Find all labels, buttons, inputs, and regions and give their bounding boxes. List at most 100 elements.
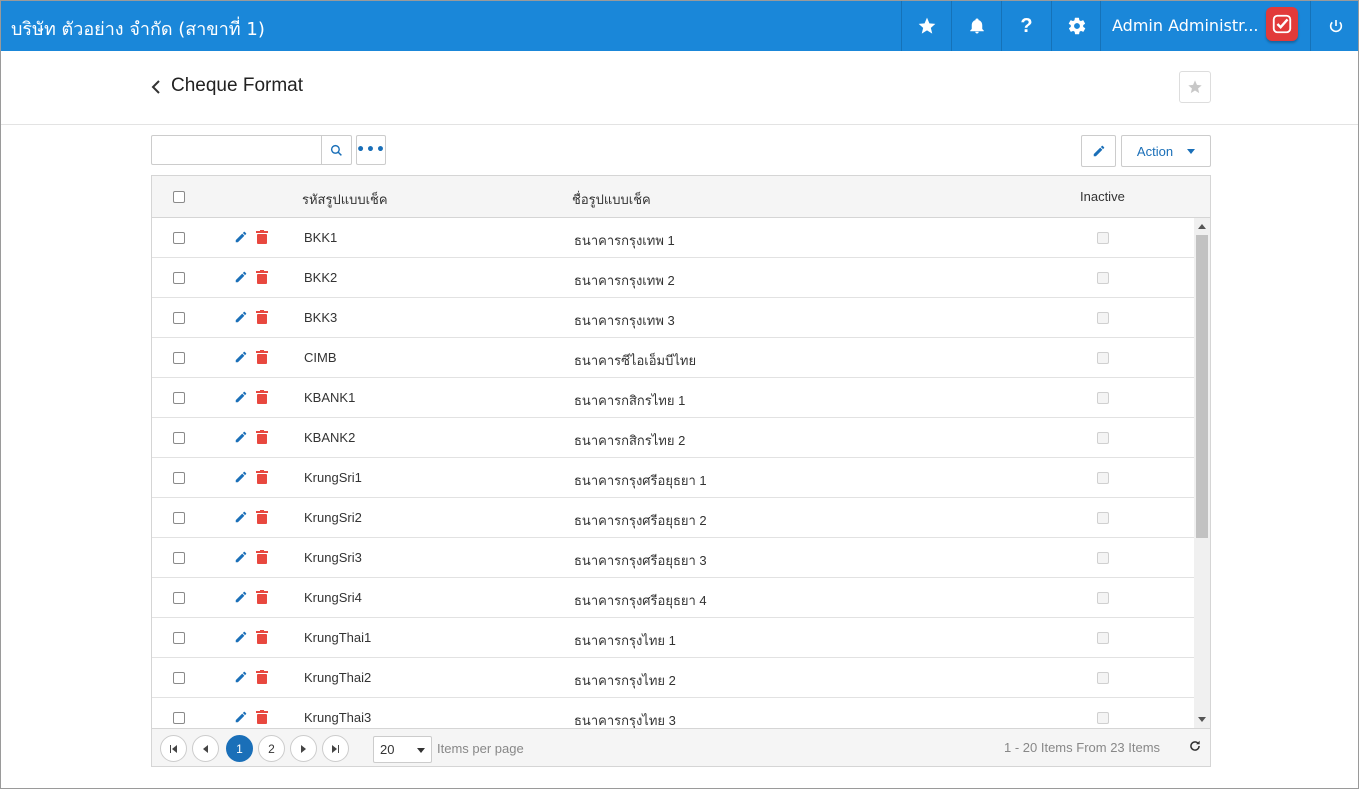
back-arrow-icon[interactable] xyxy=(149,77,163,97)
first-page-button[interactable] xyxy=(160,735,187,762)
row-checkbox[interactable] xyxy=(173,712,185,724)
delete-row-icon[interactable] xyxy=(256,590,268,604)
inactive-checkbox xyxy=(1097,592,1109,604)
table-row[interactable]: KrungSri3 ธนาคารกรุงศรีอยุธยา 3 xyxy=(152,538,1194,578)
cheque-name: ธนาคารกรุงไทย 2 xyxy=(574,673,676,688)
question-icon: ? xyxy=(1020,14,1033,37)
inactive-checkbox xyxy=(1097,712,1109,724)
page-button-2[interactable]: 2 xyxy=(258,735,285,762)
cheque-name: ธนาคารกรุงเทพ 1 xyxy=(574,233,675,248)
edit-row-icon[interactable] xyxy=(234,630,248,644)
company-name[interactable]: บริษัท ตัวอย่าง จำกัด (สาขาที่ 1) xyxy=(11,14,265,43)
delete-row-icon[interactable] xyxy=(256,310,268,324)
row-checkbox[interactable] xyxy=(173,392,185,404)
more-options-button[interactable]: ••• xyxy=(356,135,386,165)
table-row[interactable]: BKK3 ธนาคารกรุงเทพ 3 xyxy=(152,298,1194,338)
table-row[interactable]: KrungThai2 ธนาคารกรุงไทย 2 xyxy=(152,658,1194,698)
edit-row-icon[interactable] xyxy=(234,670,248,684)
row-checkbox[interactable] xyxy=(173,272,185,284)
row-checkbox[interactable] xyxy=(173,432,185,444)
edit-row-icon[interactable] xyxy=(234,510,248,524)
edit-row-icon[interactable] xyxy=(234,470,248,484)
vertical-scrollbar[interactable] xyxy=(1194,218,1210,728)
cheque-code: KrungSri4 xyxy=(304,590,362,605)
row-checkbox[interactable] xyxy=(173,312,185,324)
row-checkbox[interactable] xyxy=(173,472,185,484)
delete-row-icon[interactable] xyxy=(256,710,268,724)
row-checkbox[interactable] xyxy=(173,512,185,524)
search-button[interactable] xyxy=(321,136,351,164)
prev-page-button[interactable] xyxy=(192,735,219,762)
delete-row-icon[interactable] xyxy=(256,510,268,524)
grid-header: รหัสรูปแบบเช็ค ชื่อรูปแบบเช็ค Inactive xyxy=(152,176,1210,218)
scroll-down-icon[interactable] xyxy=(1198,717,1206,722)
select-all-checkbox[interactable] xyxy=(173,191,185,203)
edit-row-icon[interactable] xyxy=(234,710,248,724)
search-input[interactable] xyxy=(152,136,322,164)
edit-row-icon[interactable] xyxy=(234,390,248,404)
edit-row-icon[interactable] xyxy=(234,430,248,444)
edit-row-icon[interactable] xyxy=(234,230,248,244)
delete-row-icon[interactable] xyxy=(256,630,268,644)
scroll-up-icon[interactable] xyxy=(1198,224,1206,229)
table-row[interactable]: BKK1 ธนาคารกรุงเทพ 1 xyxy=(152,218,1194,258)
action-dropdown[interactable]: Action xyxy=(1121,135,1211,167)
table-row[interactable]: KrungSri4 ธนาคารกรุงศรีอยุธยา 4 xyxy=(152,578,1194,618)
edit-mode-button[interactable] xyxy=(1081,135,1116,167)
inactive-checkbox xyxy=(1097,352,1109,364)
delete-row-icon[interactable] xyxy=(256,670,268,684)
refresh-icon[interactable] xyxy=(1188,739,1202,753)
table-row[interactable]: KrungThai1 ธนาคารกรุงไทย 1 xyxy=(152,618,1194,658)
edit-row-icon[interactable] xyxy=(234,310,248,324)
top-bar: บริษัท ตัวอย่าง จำกัด (สาขาที่ 1) ? Admi… xyxy=(1,1,1358,51)
table-row[interactable]: CIMB ธนาคารซีไอเอ็มบีไทย xyxy=(152,338,1194,378)
delete-row-icon[interactable] xyxy=(256,390,268,404)
logout-button[interactable] xyxy=(1310,1,1358,51)
delete-row-icon[interactable] xyxy=(256,470,268,484)
table-row[interactable]: KrungSri2 ธนาคารกรุงศรีอยุธยา 2 xyxy=(152,498,1194,538)
row-checkbox[interactable] xyxy=(173,632,185,644)
scroll-thumb[interactable] xyxy=(1196,235,1208,538)
edit-row-icon[interactable] xyxy=(234,550,248,564)
row-checkbox[interactable] xyxy=(173,592,185,604)
pencil-icon xyxy=(1093,145,1104,157)
cheque-name: ธนาคารกสิกรไทย 2 xyxy=(574,433,686,448)
page-button-1[interactable]: 1 xyxy=(226,735,253,762)
edit-row-icon[interactable] xyxy=(234,270,248,284)
cheque-code: KrungSri1 xyxy=(304,470,362,485)
table-row[interactable]: KrungSri1 ธนาคารกรุงศรีอยุธยา 1 xyxy=(152,458,1194,498)
add-favorite-button[interactable] xyxy=(1179,71,1211,103)
next-page-button[interactable] xyxy=(290,735,317,762)
column-header-inactive[interactable]: Inactive xyxy=(1080,189,1125,204)
table-row[interactable]: KrungThai3 ธนาคารกรุงไทย 3 xyxy=(152,698,1194,728)
delete-row-icon[interactable] xyxy=(256,430,268,444)
notifications-button[interactable] xyxy=(951,1,1001,51)
row-checkbox[interactable] xyxy=(173,552,185,564)
inactive-checkbox xyxy=(1097,672,1109,684)
delete-row-icon[interactable] xyxy=(256,230,268,244)
last-page-button[interactable] xyxy=(322,735,349,762)
delete-row-icon[interactable] xyxy=(256,350,268,364)
favorites-button[interactable] xyxy=(901,1,951,51)
page-size-select[interactable]: 20 xyxy=(373,736,432,763)
cheque-code: BKK1 xyxy=(304,230,338,245)
row-checkbox[interactable] xyxy=(173,352,185,364)
help-button[interactable]: ? xyxy=(1001,1,1051,51)
delete-row-icon[interactable] xyxy=(256,550,268,564)
row-checkbox[interactable] xyxy=(173,672,185,684)
table-row[interactable]: BKK2 ธนาคารกรุงเทพ 2 xyxy=(152,258,1194,298)
row-checkbox[interactable] xyxy=(173,232,185,244)
cheque-code: KrungSri2 xyxy=(304,510,362,525)
avatar[interactable] xyxy=(1266,7,1298,41)
user-menu[interactable]: Admin Administr... xyxy=(1100,1,1310,51)
edit-row-icon[interactable] xyxy=(234,590,248,604)
delete-row-icon[interactable] xyxy=(256,270,268,284)
power-icon xyxy=(1329,20,1342,33)
column-header-code[interactable]: รหัสรูปแบบเช็ค xyxy=(302,189,388,210)
settings-button[interactable] xyxy=(1051,1,1101,51)
edit-row-icon[interactable] xyxy=(234,350,248,364)
table-row[interactable]: KBANK1 ธนาคารกสิกรไทย 1 xyxy=(152,378,1194,418)
column-header-name[interactable]: ชื่อรูปแบบเช็ค xyxy=(572,189,651,210)
table-row[interactable]: KBANK2 ธนาคารกสิกรไทย 2 xyxy=(152,418,1194,458)
cheque-name: ธนาคารกรุงศรีอยุธยา 3 xyxy=(574,553,707,568)
